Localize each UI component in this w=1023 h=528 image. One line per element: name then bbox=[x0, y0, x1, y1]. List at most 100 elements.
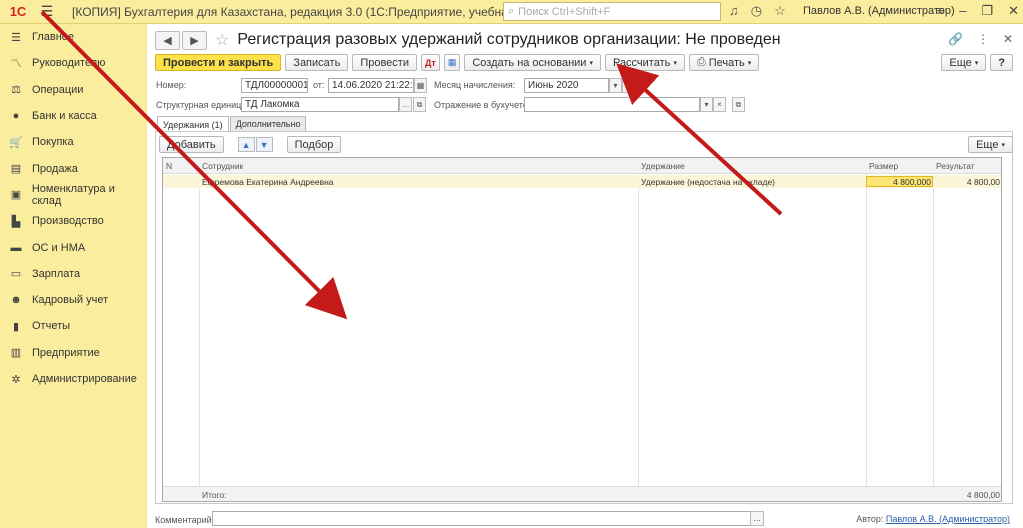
sidebar-item[interactable]: ⚖ Операции bbox=[0, 77, 146, 103]
unit-open-button[interactable]: ⧉ bbox=[413, 97, 426, 112]
sidebar-item-label: Отчеты bbox=[32, 320, 71, 333]
column-header-deduction[interactable]: Удержание bbox=[641, 161, 685, 171]
date-field[interactable]: 14.06.2020 21:22: bbox=[328, 78, 414, 93]
more-menu-icon[interactable]: ⋮ bbox=[977, 32, 989, 46]
column-header-size[interactable]: Размер bbox=[869, 161, 898, 171]
create-based-label: Создать на основании bbox=[472, 56, 587, 69]
sidebar-item[interactable]: 🛒 Покупка bbox=[0, 129, 146, 155]
chart-trend-icon: 〽 bbox=[10, 58, 22, 71]
search-icon: ⌕ bbox=[508, 5, 515, 17]
tab-deductions[interactable]: Удержания (1) bbox=[157, 116, 229, 132]
dt-kt-movements-button[interactable]: Дт bbox=[420, 54, 440, 71]
table-more-button[interactable]: Еще ▾ bbox=[968, 136, 1013, 153]
favorite-star-icon[interactable]: ☆ bbox=[215, 30, 229, 50]
sidebar-item[interactable]: ▮ Отчеты bbox=[0, 313, 146, 339]
chevron-down-icon: ▾ bbox=[613, 81, 618, 90]
minimize-icon[interactable]: – bbox=[959, 3, 966, 19]
month-dropdown-button[interactable]: ▾ bbox=[609, 78, 622, 93]
column-header-result[interactable]: Результат bbox=[936, 161, 975, 171]
post-button[interactable]: Провести bbox=[352, 54, 417, 71]
sidebar-item-label: Руководителю bbox=[32, 57, 106, 70]
form-header: ◀ ▶ ☆ Регистрация разовых удержаний сотр… bbox=[155, 30, 781, 50]
sidebar-item[interactable]: ☻ Кадровый учет bbox=[0, 287, 146, 313]
reflect-label: Отражение в бухучете: bbox=[434, 100, 531, 110]
comment-field[interactable] bbox=[212, 511, 762, 526]
print-button[interactable]: ⎙ Печать ▾ bbox=[688, 54, 760, 71]
sidebar-item[interactable]: ▭ Зарплата bbox=[0, 261, 146, 287]
sidebar-item[interactable]: ▤ Продажа bbox=[0, 155, 146, 181]
save-button[interactable]: Записать bbox=[285, 54, 349, 71]
row-employee[interactable]: Ефремова Екатерина Андреевна bbox=[202, 177, 334, 187]
search-input[interactable]: ⌕ Поиск Ctrl+Shift+F bbox=[503, 2, 721, 21]
help-button[interactable]: ? bbox=[990, 54, 1013, 71]
add-button[interactable]: Добавить bbox=[159, 136, 224, 153]
reflect-field[interactable] bbox=[524, 97, 700, 112]
unit-field[interactable]: ТД Лакомка bbox=[241, 97, 399, 112]
reflect-open-button[interactable]: ⧉ bbox=[732, 97, 745, 112]
arrow-up-icon: ▲ bbox=[241, 139, 251, 150]
forward-button[interactable]: ▶ bbox=[182, 30, 207, 50]
people-icon: ☻ bbox=[10, 294, 22, 307]
dropdown-icon: ▾ bbox=[974, 59, 979, 67]
dropdown-icon: ▾ bbox=[747, 59, 752, 67]
main-menu-icon[interactable]: ☰ bbox=[36, 3, 58, 20]
reflect-clear-button[interactable]: × bbox=[713, 97, 726, 112]
row-size[interactable]: 4 800,000 bbox=[869, 177, 931, 187]
arrow-left-icon: ◀ bbox=[163, 34, 172, 47]
sidebar-item-label: Администрирование bbox=[32, 373, 137, 385]
tab-additional[interactable]: Дополнительно bbox=[229, 116, 307, 131]
structure-button[interactable]: ▦ bbox=[443, 54, 461, 71]
deductions-table[interactable]: N Сотрудник Удержание Размер Результат Е… bbox=[162, 157, 1002, 502]
sidebar-item[interactable]: ▙ Производство bbox=[0, 208, 146, 234]
comment-expand-button[interactable]: … bbox=[750, 511, 764, 526]
sidebar-item-label: ОС и НМА bbox=[32, 241, 86, 254]
column-header-employee[interactable]: Сотрудник bbox=[202, 161, 243, 171]
month-field[interactable]: Июнь 2020 bbox=[524, 78, 609, 93]
more-button[interactable]: Еще ▾ bbox=[941, 54, 987, 71]
move-down-button[interactable]: ▼ bbox=[255, 137, 273, 152]
close-form-icon[interactable]: ✕ bbox=[1003, 32, 1013, 46]
calculate-button[interactable]: Рассчитать ▾ bbox=[604, 54, 685, 71]
footer-total-label: Итого: bbox=[202, 490, 227, 500]
sidebar-item[interactable]: ● Банк и касса bbox=[0, 103, 146, 129]
history-icon[interactable]: ◷ bbox=[751, 3, 762, 19]
calendar-button[interactable]: ▦ bbox=[414, 78, 427, 93]
link-icon[interactable]: 🔗 bbox=[948, 32, 963, 46]
chevron-down-icon: ▾ bbox=[704, 100, 709, 109]
sidebar-item[interactable]: 〽 Руководителю bbox=[0, 50, 146, 76]
back-button[interactable]: ◀ bbox=[155, 30, 180, 50]
report-icon: ▮ bbox=[12, 320, 20, 333]
number-field[interactable]: ТДЛ00000001 bbox=[241, 78, 308, 93]
document-form: ◀ ▶ ☆ Регистрация разовых удержаний сотр… bbox=[147, 24, 1023, 528]
restore-icon[interactable]: ❐ bbox=[981, 3, 993, 19]
favorites-star-icon[interactable]: ☆ bbox=[774, 3, 786, 19]
row-deduction[interactable]: Удержание (недостача на складе) bbox=[641, 177, 775, 187]
reflect-dropdown-button[interactable]: ▾ bbox=[700, 97, 713, 112]
column-header-n[interactable]: N bbox=[166, 161, 172, 171]
post-and-close-button[interactable]: Провести и закрыть bbox=[155, 54, 282, 71]
sidebar-item[interactable]: ▬ ОС и НМА bbox=[0, 234, 146, 260]
sidebar-item-label: Главное bbox=[32, 31, 75, 44]
sidebar-item[interactable]: ▣ Номенклатура и склад bbox=[0, 182, 146, 208]
sidebar-item-label: Номенклатура и склад bbox=[31, 182, 115, 207]
sidebar-item[interactable]: ▥ Предприятие bbox=[0, 340, 146, 366]
sidebar-item[interactable]: ✲ Администрирование bbox=[0, 366, 146, 392]
table-row[interactable]: Ефремова Екатерина Андреевна Удержание (… bbox=[163, 175, 1001, 188]
unit-select-button[interactable]: … bbox=[399, 97, 412, 112]
author-link[interactable]: Павлов А.В. (Администратор) bbox=[886, 514, 1010, 524]
settings-menu-icon[interactable]: ≡ bbox=[937, 3, 945, 19]
select-button[interactable]: Подбор bbox=[286, 136, 342, 153]
clear-icon: × bbox=[717, 100, 722, 109]
ellipsis-icon: … bbox=[753, 514, 761, 523]
bell-icon[interactable]: ♫ bbox=[729, 3, 739, 19]
create-based-button[interactable]: Создать на основании ▾ bbox=[464, 54, 601, 71]
move-up-button[interactable]: ▲ bbox=[237, 137, 255, 152]
close-icon[interactable]: ✕ bbox=[1008, 3, 1019, 19]
box-icon: ▣ bbox=[10, 189, 22, 202]
factory-icon: ▙ bbox=[11, 215, 21, 228]
sidebar-item[interactable]: ☰ Главное bbox=[0, 24, 146, 50]
current-user[interactable]: Павлов А.В. (Администратор) bbox=[803, 5, 955, 17]
month-clear-button[interactable]: – bbox=[622, 78, 635, 93]
sidebar-item-label: Зарплата bbox=[32, 267, 81, 280]
app-logo: 1С bbox=[9, 4, 27, 19]
